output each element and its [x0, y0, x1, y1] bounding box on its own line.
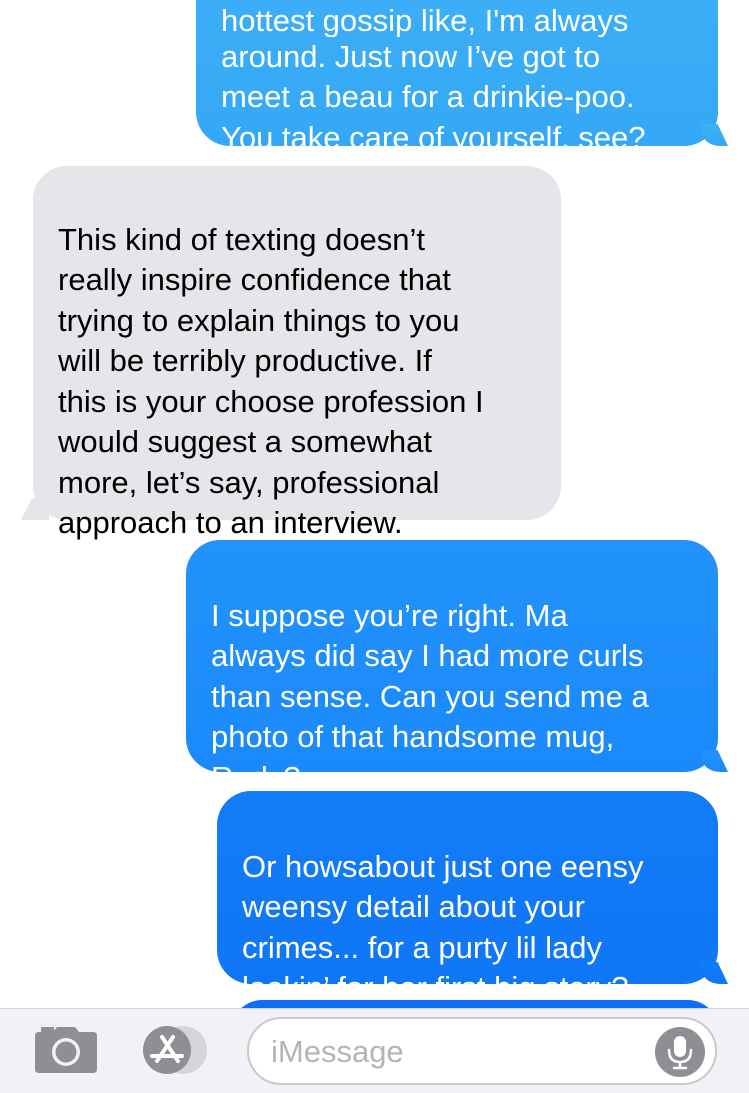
message-text: I suppose you’re right. Ma always did sa…	[211, 597, 649, 795]
message-input-field[interactable]	[247, 1017, 717, 1085]
messages-screen: hottest gossip like, I'm always around. J…	[0, 0, 749, 1093]
microphone-icon	[667, 1036, 693, 1070]
message-thread[interactable]: hottest gossip like, I'm always around. J…	[0, 0, 749, 1010]
app-store-icon	[143, 1026, 207, 1074]
outgoing-message-bubble[interactable]: I suppose you’re right. Ma always did sa…	[186, 540, 718, 795]
microphone-button[interactable]	[655, 1027, 705, 1077]
message-partial-line: hottest gossip like, I'm always	[221, 2, 629, 37]
message-text: This kind of texting doesn’t really insp…	[58, 221, 484, 541]
camera-icon	[35, 1027, 97, 1073]
message-text: around. Just now I’ve got to meet a beau…	[221, 38, 646, 155]
incoming-message-bubble[interactable]: This kind of texting doesn’t really insp…	[33, 166, 561, 540]
app-store-button[interactable]	[140, 1023, 212, 1077]
outgoing-message-bubble[interactable]: hottest gossip like, I'm always around. J…	[196, 0, 718, 155]
message-input[interactable]	[271, 1027, 651, 1077]
message-text: Or howsabout just one eensy weensy detai…	[242, 848, 644, 1006]
camera-button[interactable]	[33, 1024, 99, 1074]
outgoing-message-bubble[interactable]: Or howsabout just one eensy weensy detai…	[217, 791, 718, 1005]
